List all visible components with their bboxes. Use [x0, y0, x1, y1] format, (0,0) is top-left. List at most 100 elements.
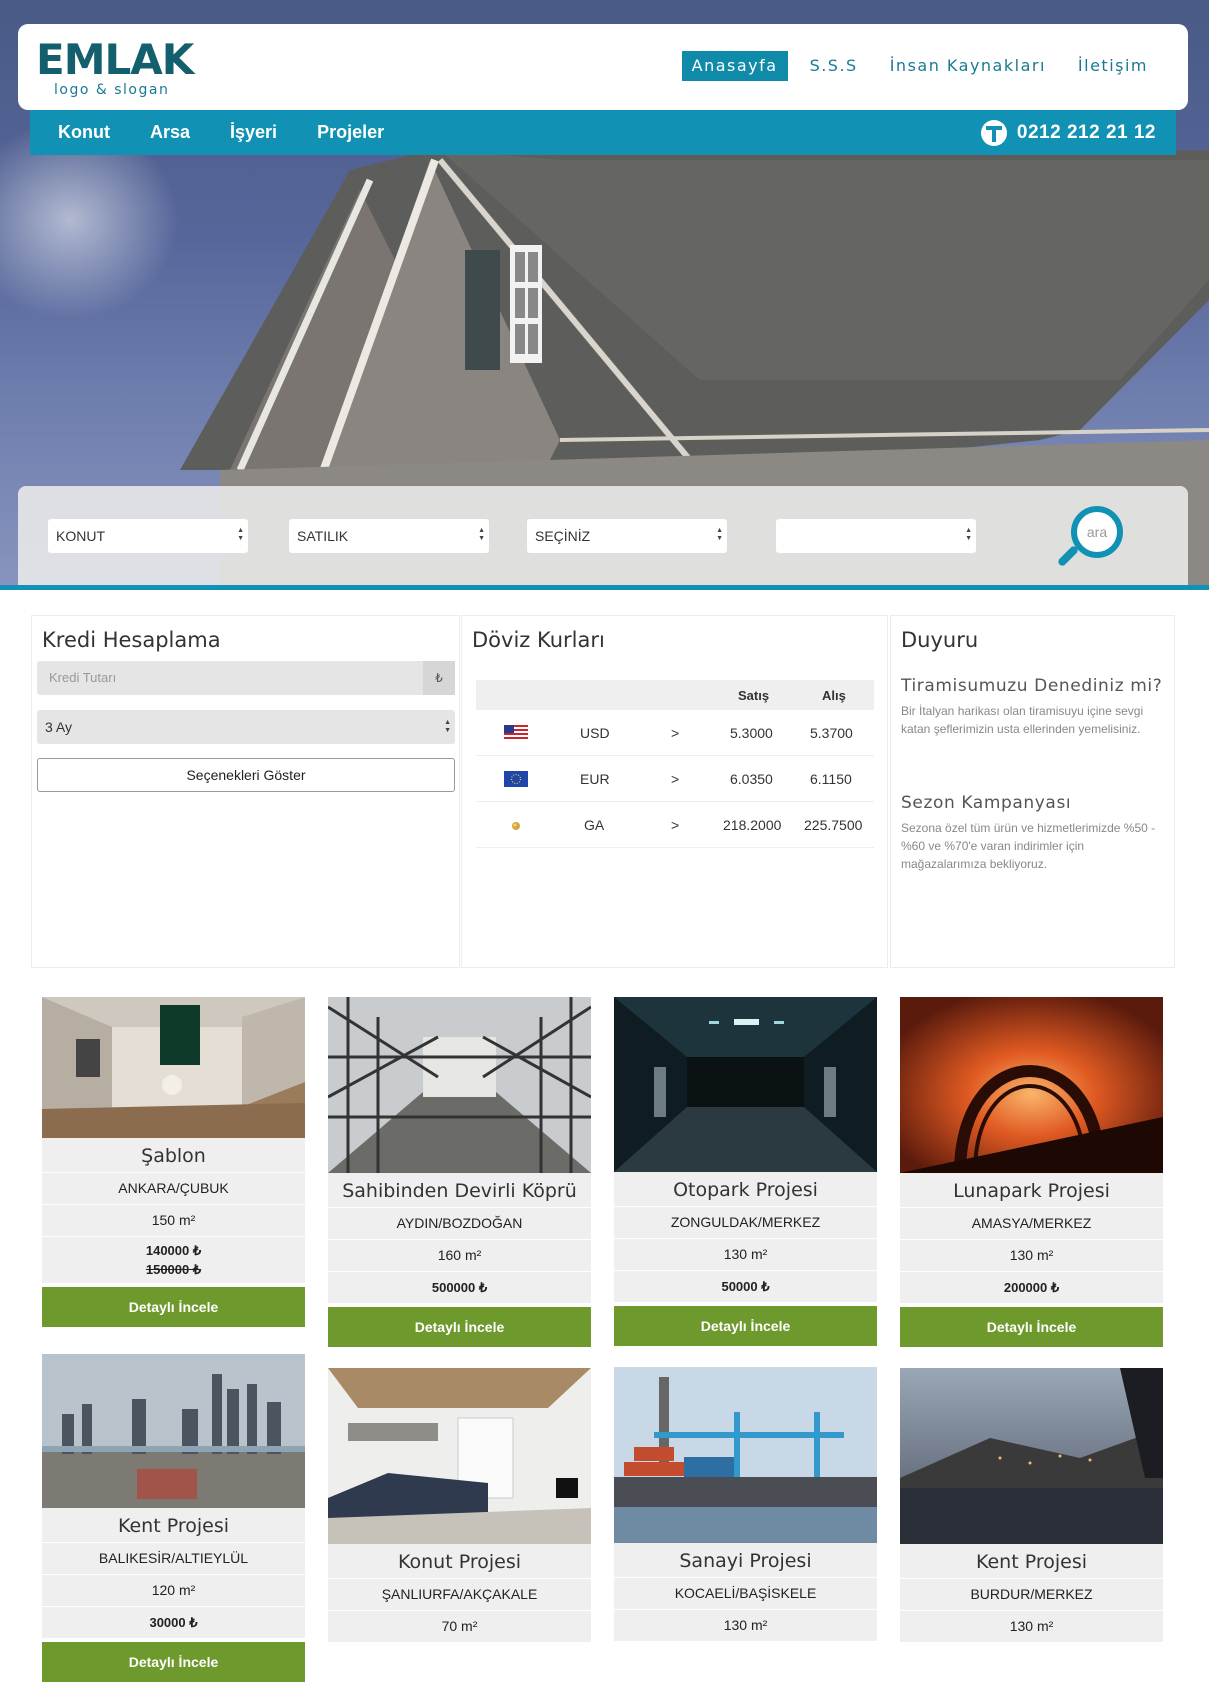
- listing-location: AYDIN/BOZDOĞAN: [328, 1208, 591, 1239]
- fx-arrow: >: [671, 771, 680, 787]
- hero-banner: EMLAK logo & slogan Anasayfa S.S.S İnsan…: [0, 0, 1209, 585]
- listing-location: AMASYA/MERKEZ: [900, 1208, 1163, 1239]
- search-button[interactable]: ara: [1053, 506, 1125, 572]
- logo[interactable]: EMLAK: [36, 36, 194, 84]
- listing-image[interactable]: [42, 1354, 305, 1508]
- duyuru-panel: Duyuru Tiramisumuzu Denediniz mi? Bir İt…: [890, 615, 1175, 968]
- announcement-title[interactable]: Tiramisumuzu Denediniz mi?: [901, 676, 1162, 696]
- fx-header-buy: Alış: [822, 688, 846, 703]
- listing-image[interactable]: [614, 997, 877, 1172]
- search-label: ara: [1086, 524, 1108, 540]
- fx-code: USD: [580, 725, 610, 741]
- city-select[interactable]: SEÇİNİZ: [527, 519, 727, 553]
- district-select[interactable]: [776, 519, 976, 553]
- listing-image[interactable]: [42, 997, 305, 1138]
- top-nav: Anasayfa S.S.S İnsan Kaynakları İletişim: [670, 51, 1158, 81]
- listing-card: Sahibinden Devirli Köprü AYDIN/BOZDOĞAN …: [328, 997, 591, 1347]
- nav-projeler[interactable]: Projeler: [317, 122, 384, 143]
- fx-code: GA: [584, 817, 605, 833]
- fx-row: GA > 218.2000 225.7500: [476, 802, 874, 848]
- listing-price: 200000 ₺: [900, 1272, 1163, 1303]
- search-bar: KONUT SATILIK SEÇİNİZ ara: [18, 486, 1188, 585]
- detail-button[interactable]: Detaylı İncele: [900, 1307, 1163, 1347]
- listing-image[interactable]: [900, 1368, 1163, 1544]
- fx-arrow: >: [671, 725, 680, 741]
- listing-image[interactable]: [328, 1368, 591, 1544]
- nav-sss[interactable]: S.S.S: [800, 51, 868, 81]
- detail-button[interactable]: Detaylı İncele: [328, 1307, 591, 1347]
- listing-location: KOCAELİ/BAŞİSKELE: [614, 1578, 877, 1609]
- gold-icon: [512, 822, 520, 830]
- listing-title[interactable]: Otopark Projesi: [614, 1172, 877, 1206]
- fx-buy: 225.7500: [804, 817, 863, 833]
- listing-old-price: 150000 ₺: [145, 1262, 202, 1277]
- listing-price: 30000 ₺: [42, 1607, 305, 1638]
- fx-sell: 218.2000: [723, 817, 782, 833]
- kredi-term-select[interactable]: 3 Ay: [37, 710, 455, 744]
- fx-buy: 6.1150: [810, 771, 852, 787]
- show-options-button[interactable]: Seçenekleri Göster: [37, 758, 455, 792]
- listing-title[interactable]: Sahibinden Devirli Köprü: [328, 1173, 591, 1207]
- listing-title[interactable]: Şablon: [42, 1138, 305, 1172]
- listing-card: Kent Projesi BALIKESİR/ALTIEYLÜL 120 m² …: [42, 1354, 305, 1682]
- fx-row: EUR > 6.0350 6.1150: [476, 756, 874, 802]
- nav-anasayfa[interactable]: Anasayfa: [681, 51, 788, 81]
- type-select[interactable]: KONUT: [48, 519, 248, 553]
- listing-card: Kent Projesi BURDUR/MERKEZ 130 m²: [900, 1368, 1163, 1642]
- listing-price: 50000 ₺: [614, 1271, 877, 1302]
- listing-location: ŞANLIURFA/AKÇAKALE: [328, 1579, 591, 1610]
- listing-area: 130 m²: [614, 1239, 877, 1270]
- nav-insan-kaynaklari[interactable]: İnsan Kaynakları: [880, 51, 1056, 81]
- divider-line: [0, 585, 1209, 590]
- listing-area: 130 m²: [900, 1611, 1163, 1642]
- fx-sell: 6.0350: [730, 771, 773, 787]
- announcement-text: Sezona özel tüm ürün ve hizmetlerimizde …: [901, 821, 1156, 871]
- listing-area: 130 m²: [900, 1240, 1163, 1271]
- nav-isyeri[interactable]: İşyeri: [230, 122, 277, 143]
- listing-location: BALIKESİR/ALTIEYLÜL: [42, 1543, 305, 1574]
- detail-button[interactable]: Detaylı İncele: [42, 1287, 305, 1327]
- detail-button[interactable]: Detaylı İncele: [42, 1642, 305, 1682]
- listing-title[interactable]: Konut Projesi: [328, 1544, 591, 1578]
- fx-code: EUR: [580, 771, 610, 787]
- lira-icon: ₺: [423, 661, 455, 695]
- doviz-panel: Döviz Kurları Satış Alış USD > 5.3000 5.…: [461, 615, 888, 968]
- status-select[interactable]: SATILIK: [289, 519, 489, 553]
- listing-image[interactable]: [328, 997, 591, 1173]
- listing-location: ANKARA/ÇUBUK: [42, 1173, 305, 1204]
- listing-card: Lunapark Projesi AMASYA/MERKEZ 130 m² 20…: [900, 997, 1163, 1347]
- main-nav: Konut Arsa İşyeri Projeler 0212 212 21 1…: [30, 110, 1176, 155]
- nav-arsa[interactable]: Arsa: [150, 122, 190, 143]
- listing-title[interactable]: Lunapark Projesi: [900, 1173, 1163, 1207]
- listing-title[interactable]: Kent Projesi: [42, 1508, 305, 1542]
- nav-iletisim[interactable]: İletişim: [1068, 51, 1158, 81]
- duyuru-title: Duyuru: [901, 628, 979, 652]
- search-icon: ara: [1071, 506, 1123, 558]
- eu-flag-icon: [504, 771, 528, 787]
- listing-image[interactable]: [614, 1367, 877, 1543]
- fx-buy: 5.3700: [810, 725, 853, 741]
- fx-header-row: Satış Alış: [476, 680, 874, 710]
- listing-image[interactable]: [900, 997, 1163, 1173]
- top-header: EMLAK logo & slogan Anasayfa S.S.S İnsan…: [18, 24, 1188, 110]
- logo-slogan: logo & slogan: [54, 82, 170, 98]
- announcement-title[interactable]: Sezon Kampanyası: [901, 793, 1071, 813]
- listing-area: 150 m²: [42, 1205, 305, 1236]
- listing-title[interactable]: Kent Projesi: [900, 1544, 1163, 1578]
- us-flag-icon: [504, 725, 528, 741]
- listing-card: Sanayi Projesi KOCAELİ/BAŞİSKELE 130 m²: [614, 1367, 877, 1641]
- fx-sell: 5.3000: [730, 725, 773, 741]
- fx-row: USD > 5.3000 5.3700: [476, 710, 874, 756]
- fx-arrow: >: [671, 817, 680, 833]
- fx-table: Satış Alış USD > 5.3000 5.3700 EUR > 6.0…: [476, 680, 874, 848]
- phone-contact[interactable]: 0212 212 21 12: [980, 110, 1156, 155]
- listing-location: ZONGULDAK/MERKEZ: [614, 1207, 877, 1238]
- nav-konut[interactable]: Konut: [58, 122, 110, 143]
- phone-icon: [980, 119, 1007, 146]
- kredi-amount-input[interactable]: Kredi Tutarı ₺: [37, 661, 455, 695]
- listing-title[interactable]: Sanayi Projesi: [614, 1543, 877, 1577]
- kredi-panel: Kredi Hesaplama Kredi Tutarı ₺ 3 Ay Seçe…: [31, 615, 460, 968]
- detail-button[interactable]: Detaylı İncele: [614, 1306, 877, 1346]
- listing-area: 160 m²: [328, 1240, 591, 1271]
- listing-area: 120 m²: [42, 1575, 305, 1606]
